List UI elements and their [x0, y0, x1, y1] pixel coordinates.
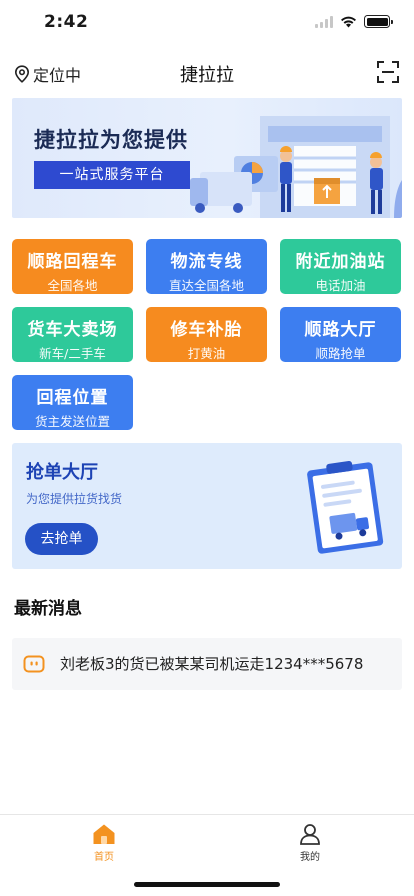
status-bar: 2:42 — [0, 0, 414, 48]
service-title: 顺路回程车 — [27, 252, 118, 272]
service-repair-tire[interactable]: 修车补胎 打黄油 — [146, 307, 267, 362]
news-item[interactable]: 刘老板3的货已被某某司机运走1234***5678 — [12, 638, 402, 690]
service-return-location[interactable]: 回程位置 货主发送位置 — [12, 375, 133, 430]
news-text: 刘老板3的货已被某某司机运走1234***5678 — [60, 655, 364, 673]
service-title: 回程位置 — [36, 388, 109, 408]
battery-icon — [364, 15, 393, 28]
service-title: 修车补胎 — [170, 320, 243, 340]
tab-label: 首页 — [94, 852, 114, 863]
service-subtitle: 打黄油 — [187, 346, 226, 361]
cellular-signal-icon — [315, 15, 333, 28]
service-subtitle: 直达全国各地 — [168, 278, 244, 293]
service-route-hall[interactable]: 顺路大厅 顺路抢单 — [280, 307, 401, 362]
nav-bar: 定位中 捷拉拉 — [0, 52, 414, 96]
home-icon — [93, 824, 115, 844]
news-heading: 最新消息 — [14, 599, 82, 619]
service-gas-station[interactable]: 附近加油站 电话加油 — [280, 239, 401, 294]
service-logistics-line[interactable]: 物流专线 直达全国各地 — [146, 239, 267, 294]
service-title: 顺路大厅 — [304, 320, 377, 340]
service-title: 货车大卖场 — [27, 320, 118, 340]
promo-banner[interactable]: 捷拉拉为您提供 一站式服务平台 — [12, 98, 402, 218]
page-title: 捷拉拉 — [180, 65, 234, 86]
tab-home[interactable]: 首页 — [74, 823, 134, 863]
service-title: 附近加油站 — [295, 252, 386, 272]
service-subtitle: 电话加油 — [315, 278, 366, 293]
service-title: 物流专线 — [170, 252, 243, 272]
tab-mine[interactable]: 我的 — [280, 823, 340, 863]
service-subtitle: 货主发送位置 — [34, 414, 110, 429]
clipboard-truck-illustration — [307, 461, 384, 554]
wifi-icon — [341, 16, 356, 27]
banner-tagline: 一站式服务平台 — [34, 161, 190, 189]
grab-order-title: 抢单大厅 — [26, 462, 98, 483]
grab-order-subtitle: 为您提供拉货找货 — [26, 492, 123, 506]
status-time: 2:42 — [44, 12, 89, 32]
notice-icon — [23, 655, 45, 673]
home-indicator — [134, 882, 280, 887]
tab-label: 我的 — [300, 852, 320, 863]
service-subtitle: 全国各地 — [47, 278, 98, 293]
service-return-truck[interactable]: 顺路回程车 全国各地 — [12, 239, 133, 294]
service-truck-market[interactable]: 货车大卖场 新车/二手车 — [12, 307, 133, 362]
warehouse-illustration — [190, 116, 402, 218]
service-subtitle: 顺路抢单 — [315, 346, 366, 361]
banner-title: 捷拉拉为您提供 — [34, 128, 188, 152]
service-subtitle: 新车/二手车 — [39, 346, 106, 361]
scan-icon[interactable] — [376, 60, 400, 84]
user-icon — [300, 824, 320, 845]
grab-order-button[interactable]: 去抢单 — [25, 523, 98, 555]
grab-order-card[interactable]: 抢单大厅 为您提供拉货找货 去抢单 — [12, 443, 402, 569]
status-icons — [315, 15, 393, 28]
